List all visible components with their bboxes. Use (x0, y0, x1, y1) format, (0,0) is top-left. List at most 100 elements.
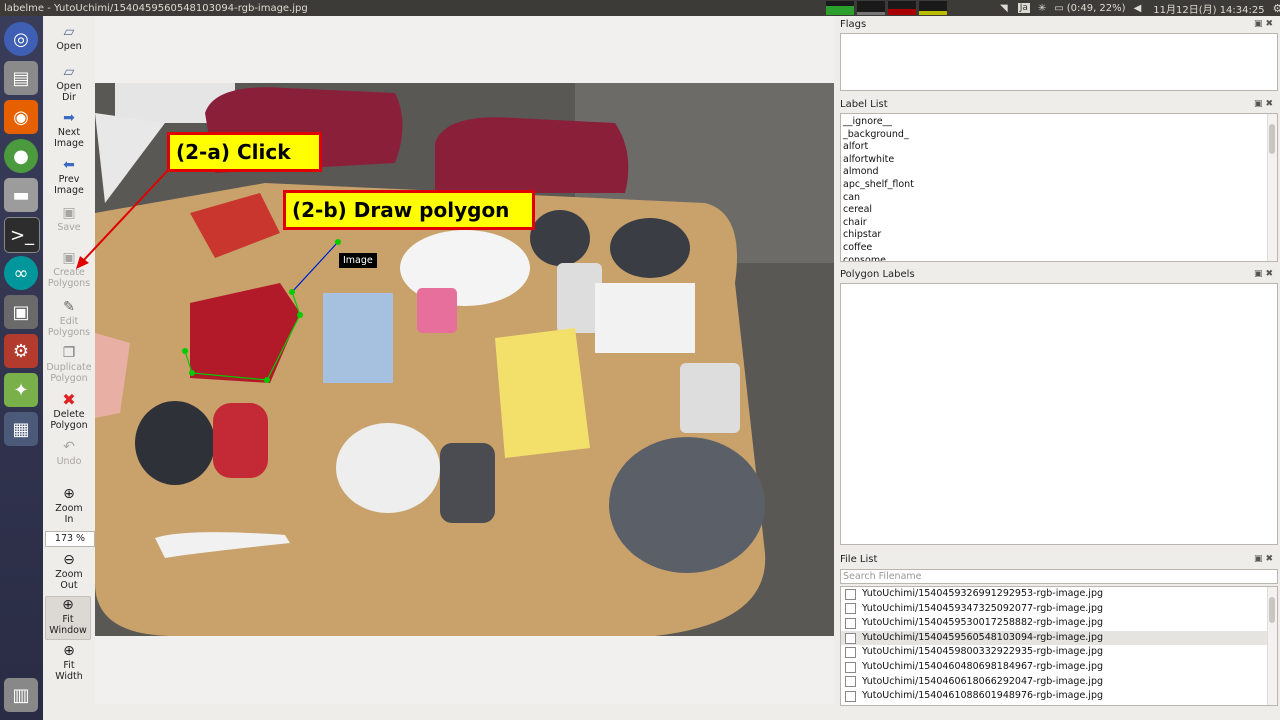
canvas-tooltip: Image (339, 253, 377, 268)
search-filename-input[interactable]: Search Filename (840, 569, 1278, 584)
settings-icon[interactable]: ⚙ (4, 334, 38, 368)
clock[interactable]: 11月12日(月) 14:34:25 (1153, 1, 1264, 16)
label-list-item[interactable]: chipstar (841, 229, 1277, 242)
disk-icon[interactable]: ▬ (4, 178, 38, 212)
arrow-right-icon: ➡ (63, 110, 75, 126)
duplicate-polygon-button[interactable]: ❐ Duplicate Polygon (43, 345, 95, 384)
file-items: YutoUchimi/1540459326991292953-rgb-image… (841, 587, 1277, 704)
open-dir-button[interactable]: ▱ Open Dir (43, 64, 95, 103)
launcher: ◎ ▤ ◉ ● ▬ >_ ∞ ▣ ⚙ ✦ ▦ ▥ (0, 16, 43, 720)
dock-float-close-icon[interactable]: ▣✖ (1254, 99, 1276, 109)
annotation-click: (2-a) Click (167, 132, 322, 172)
label-list-item[interactable]: almond (841, 166, 1277, 179)
file-list-item[interactable]: YutoUchimi/1540459800332922935-rgb-image… (841, 645, 1277, 660)
file-checkbox[interactable] (845, 603, 856, 615)
open-button[interactable]: ▱ Open (43, 24, 95, 52)
labelme-icon[interactable]: ✦ (4, 373, 38, 407)
ubuntu-dash-icon[interactable]: ◎ (4, 22, 38, 56)
create-polygons-button[interactable]: ▣ Create Polygons (43, 250, 95, 289)
file-checkbox[interactable] (845, 617, 856, 629)
zoom-out-icon: ⊖ (63, 552, 75, 568)
trash-icon[interactable]: ▥ (4, 678, 38, 712)
file-name: YutoUchimi/1540459530017258882-rgb-image… (862, 617, 1104, 629)
file-name: YutoUchimi/1540459326991292953-rgb-image… (862, 588, 1104, 599)
zoom-level-input[interactable]: 173 % (45, 531, 95, 547)
file-list-item[interactable]: YutoUchimi/1540459560548103094-rgb-image… (841, 630, 1277, 646)
file-list-item[interactable]: YutoUchimi/1540459530017258882-rgb-image… (841, 616, 1277, 631)
label-list-item[interactable]: _background_ (841, 129, 1277, 142)
dock-float-close-icon[interactable]: ▣✖ (1254, 554, 1276, 564)
tray-indicators: ◥ Ja ✳ ▭ (0:49, 22%) ◀ 11月12日(月) 14:34:2… (1000, 0, 1280, 16)
firefox-icon[interactable]: ◉ (4, 100, 38, 134)
undo-button[interactable]: ↶ Undo (43, 439, 95, 467)
folder-icon: ▱ (63, 24, 75, 40)
battery-status: (0:49, 22%) (1066, 2, 1126, 14)
label-list-item[interactable]: alfort (841, 141, 1277, 154)
polygon-labels-dock-title: Polygon Labels ▣✖ (840, 269, 1276, 280)
file-checkbox[interactable] (845, 632, 856, 644)
file-name: YutoUchimi/1540461088601948976-rgb-image… (862, 690, 1104, 702)
terminal-icon[interactable]: >_ (4, 217, 40, 253)
fit-window-icon: ⊕ (62, 597, 74, 613)
label-list-item[interactable]: chair (841, 217, 1277, 230)
flags-dock-title: Flags ▣✖ (840, 19, 1276, 30)
label-list[interactable]: __ignore__ _background_ alfort alfortwhite a… (840, 113, 1278, 262)
label-list-scrollbar[interactable] (1267, 114, 1277, 261)
chrome-icon[interactable]: ● (4, 139, 38, 173)
fit-window-button[interactable]: ⊕ Fit Window (45, 596, 91, 640)
label-list-dock-title: Label List ▣✖ (840, 99, 1276, 110)
label-list-item[interactable]: can (841, 192, 1277, 205)
files-icon[interactable]: ▤ (4, 61, 38, 95)
file-checkbox[interactable] (845, 676, 856, 688)
window-title: labelme - YutoUchimi/1540459560548103094… (4, 2, 308, 14)
save-button[interactable]: ▣ Save (43, 205, 95, 233)
workspace-switcher-icon[interactable]: ▦ (4, 412, 38, 446)
dock-float-close-icon[interactable]: ▣✖ (1254, 269, 1276, 279)
input-method[interactable]: Ja (1017, 3, 1030, 13)
label-list-item[interactable]: cereal (841, 204, 1277, 217)
label-list-item[interactable]: __ignore__ (841, 116, 1277, 129)
zoom-in-button[interactable]: ⊕ Zoom In (43, 486, 95, 525)
image-canvas[interactable]: Image (95, 16, 834, 704)
file-list-dock-title: File List ▣✖ (840, 554, 1276, 565)
file-name: YutoUchimi/1540459347325092077-rgb-image… (862, 602, 1104, 614)
fit-width-icon: ⊕ (63, 643, 75, 659)
delete-polygon-button[interactable]: ✖ Delete Polygon (43, 392, 95, 432)
flags-panel[interactable] (840, 33, 1278, 91)
dock-float-close-icon[interactable]: ▣✖ (1254, 19, 1276, 29)
file-checkbox[interactable] (845, 690, 856, 702)
file-name: YutoUchimi/1540460480698184967-rgb-image… (862, 660, 1104, 672)
file-checkbox[interactable] (845, 588, 856, 600)
file-list-item[interactable]: YutoUchimi/1540459347325092077-rgb-image… (841, 602, 1277, 617)
file-list-scrollbar[interactable] (1267, 587, 1277, 705)
zoom-out-button[interactable]: ⊖ Zoom Out (43, 552, 95, 591)
polygon-labels-list[interactable] (840, 283, 1278, 545)
label-list-item[interactable]: alfortwhite (841, 154, 1277, 167)
file-list-item[interactable]: YutoUchimi/1540459326991292953-rgb-image… (841, 587, 1277, 602)
camera-icon[interactable]: ▣ (4, 295, 38, 329)
bluetooth-icon[interactable]: ✳ (1038, 3, 1046, 14)
file-checkbox[interactable] (845, 661, 856, 673)
label-list-item[interactable]: consome (841, 255, 1277, 261)
wifi-icon[interactable]: ◥ (1000, 3, 1008, 14)
folder-open-icon: ▱ (63, 64, 75, 80)
fit-width-button[interactable]: ⊕ Fit Width (43, 643, 95, 682)
create-polygon-icon: ▣ (62, 250, 76, 266)
label-list-item[interactable]: apc_shelf_flont (841, 179, 1277, 192)
file-list-item[interactable]: YutoUchimi/1540460618066292047-rgb-image… (841, 675, 1277, 690)
file-list-item[interactable]: YutoUchimi/1540461088601948976-rgb-image… (841, 689, 1277, 704)
duplicate-icon: ❐ (62, 345, 76, 361)
file-list[interactable]: YutoUchimi/1540459326991292953-rgb-image… (840, 586, 1278, 706)
file-list-item[interactable]: YutoUchimi/1540460480698184967-rgb-image… (841, 660, 1277, 675)
next-image-button[interactable]: ➡ Next Image (43, 110, 95, 149)
prev-image-button[interactable]: ⬅ Prev Image (43, 157, 95, 196)
label-list-item[interactable]: coffee (841, 242, 1277, 255)
edit-polygons-button[interactable]: ✎ Edit Polygons (43, 299, 95, 338)
gear-icon[interactable]: ⚙ (1273, 2, 1280, 15)
file-checkbox[interactable] (845, 647, 856, 659)
arduino-icon[interactable]: ∞ (4, 256, 38, 290)
volume-icon[interactable]: ◀ (1134, 3, 1142, 14)
label-items: __ignore__ _background_ alfort alfortwhite a… (841, 116, 1277, 261)
undo-icon: ↶ (63, 439, 75, 455)
battery-icon[interactable]: ▭ (1054, 3, 1063, 14)
